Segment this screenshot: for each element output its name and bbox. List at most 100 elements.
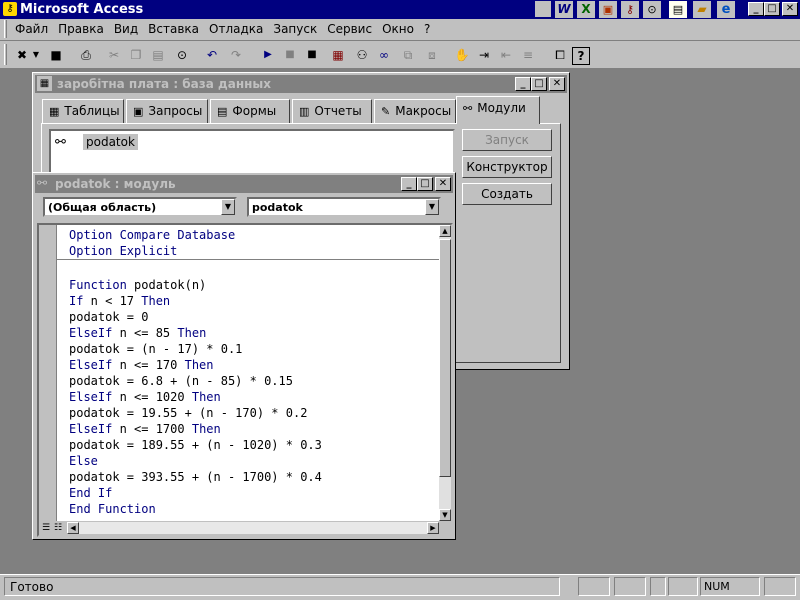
margin-indicator-bar [39,225,57,521]
binoculars-icon[interactable]: ⊙ [643,1,661,18]
menu-tools[interactable]: Сервис [322,19,377,39]
code-token: Option Compare Database [69,228,236,242]
cut-icon[interactable]: ✂ [104,45,124,65]
db-minimize-button[interactable]: _ [515,77,531,91]
horizontal-scrollbar[interactable]: ☰ ☷ ◀ ▶ [39,521,451,535]
module-maximize-button[interactable]: □ [417,177,433,191]
code-token: n <= 170 [112,358,185,372]
help-icon[interactable]: ? [572,47,590,65]
word-icon[interactable]: W [555,1,573,18]
excel-icon[interactable]: X [577,1,595,18]
scroll-up-icon[interactable]: ▲ [439,225,451,237]
code-area[interactable]: Option Compare Database Option Explicit F… [57,225,439,521]
run-icon[interactable]: ▶ [258,45,278,65]
code-line: ElseIf n <= 1020 Then [69,389,322,405]
status-panel-6 [764,577,796,596]
comment-icon[interactable]: ≡ [518,45,538,65]
app-close-button[interactable]: ✕ [782,2,798,16]
save-icon[interactable]: ■ [46,45,66,65]
tab-reports[interactable]: ▥ Отчеты [292,99,372,123]
menu-help[interactable]: ? [419,19,435,39]
module-icon: ⚯ [55,135,66,150]
module-item-podatok[interactable]: podatok [83,134,138,150]
app-maximize-button[interactable]: □ [764,2,780,16]
tab-queries[interactable]: ▣ Запросы [126,99,208,123]
undo-icon[interactable]: ↶ [202,45,222,65]
tab-forms[interactable]: ▤ Формы [210,99,290,123]
app-minimize-button[interactable]: _ [748,2,764,16]
break-icon[interactable]: ■ [280,45,300,65]
procedure-view-icon[interactable]: ☰ [40,522,52,534]
watch-icon[interactable]: ⚇ [352,45,372,65]
find-icon[interactable]: ⊙ [172,45,192,65]
step-into-icon[interactable]: ⧉ [398,45,418,65]
status-panel-4 [668,577,698,596]
code-line: podatok = 393.55 + (n - 1700) * 0.4 [69,469,322,485]
create-button[interactable]: Создать [462,183,552,205]
app-title: Microsoft Access [20,2,144,17]
glasses-icon[interactable]: ∞ [374,45,394,65]
status-text-panel: Готово [4,577,560,596]
scroll-thumb[interactable] [439,239,451,477]
design-button[interactable]: Конструктор [462,156,552,178]
menu-edit[interactable]: Правка [53,19,109,39]
code-token: n <= 85 [112,326,178,340]
dropdown-arrow-icon[interactable]: ▼ [30,45,42,65]
step-over-icon[interactable]: ⧈ [422,45,442,65]
print-icon[interactable]: ⎙ [76,45,96,65]
db-close-button[interactable]: ✕ [549,77,565,91]
module-window-title: podatok : модуль [55,177,176,191]
menu-window[interactable]: Окно [377,19,419,39]
module-close-button[interactable]: ✕ [435,177,451,191]
reset-icon[interactable]: ■ [302,45,322,65]
vertical-scrollbar[interactable]: ▲ ▼ [439,225,451,521]
object-browser-icon[interactable]: ▦ [328,45,348,65]
code-token: If [69,294,84,308]
ie-icon[interactable]: e [717,1,735,18]
outdent-icon[interactable]: ⇤ [496,45,516,65]
notepad-icon[interactable]: ▤ [669,1,687,18]
procedure-section: Function podatok(n) If n < 17 Then podatok… [69,261,322,517]
db-maximize-button[interactable]: □ [531,77,547,91]
code-token: podatok = 0 [69,310,149,324]
tools-icon[interactable]: ✖ [12,45,32,65]
scroll-left-icon[interactable]: ◀ [67,522,79,534]
procedure-select[interactable]: podatok ▼ [247,197,441,217]
menu-insert[interactable]: Вставка [143,19,204,39]
object-select[interactable]: (Общая область) ▼ [43,197,237,217]
hscroll-track[interactable] [79,522,427,534]
redo-icon[interactable]: ↷ [226,45,246,65]
code-token: ElseIf [69,326,113,340]
code-token: Then [177,326,207,340]
db-window-titlebar: ▦ заробітна плата : база данных _ □ ✕ [35,75,567,93]
hand-icon[interactable]: ✋ [452,45,472,65]
office-shortcut-bar [535,1,551,17]
code-line: Else [69,453,322,469]
tab-macros[interactable]: ✎ Макросы [374,99,456,123]
menu-run[interactable]: Запуск [268,19,322,39]
menu-file[interactable]: Файл [10,19,53,39]
indent-icon[interactable]: ⇥ [474,45,494,65]
paste-icon[interactable]: ▤ [148,45,168,65]
object-select-dropdown-icon[interactable]: ▼ [221,199,235,215]
menu-debug[interactable]: Отладка [204,19,268,39]
access-icon[interactable]: ⚷ [621,1,639,18]
powerpoint-icon[interactable]: ▣ [599,1,617,18]
module-minimize-button[interactable]: _ [401,177,417,191]
code-editor[interactable]: Option Compare Database Option Explicit F… [37,223,453,537]
full-module-view-icon[interactable]: ☷ [52,522,64,534]
run-button[interactable]: Запуск [462,129,552,151]
access-key-icon: ⚷ [3,2,17,16]
procedure-select-dropdown-icon[interactable]: ▼ [425,199,439,215]
scroll-right-icon[interactable]: ▶ [427,522,439,534]
scroll-down-icon[interactable]: ▼ [439,509,451,521]
tab-tables[interactable]: ▦ Таблицы [42,99,124,123]
code-line: Function podatok(n) [69,277,322,293]
menu-view[interactable]: Вид [109,19,143,39]
copy-icon[interactable]: ❐ [126,45,146,65]
folder-icon[interactable]: ▰ [693,1,711,18]
database-window-icon[interactable]: ⧠ [550,45,570,65]
code-token: n <= 1020 [112,390,192,404]
tab-modules[interactable]: ⚯ Модули [456,96,540,124]
